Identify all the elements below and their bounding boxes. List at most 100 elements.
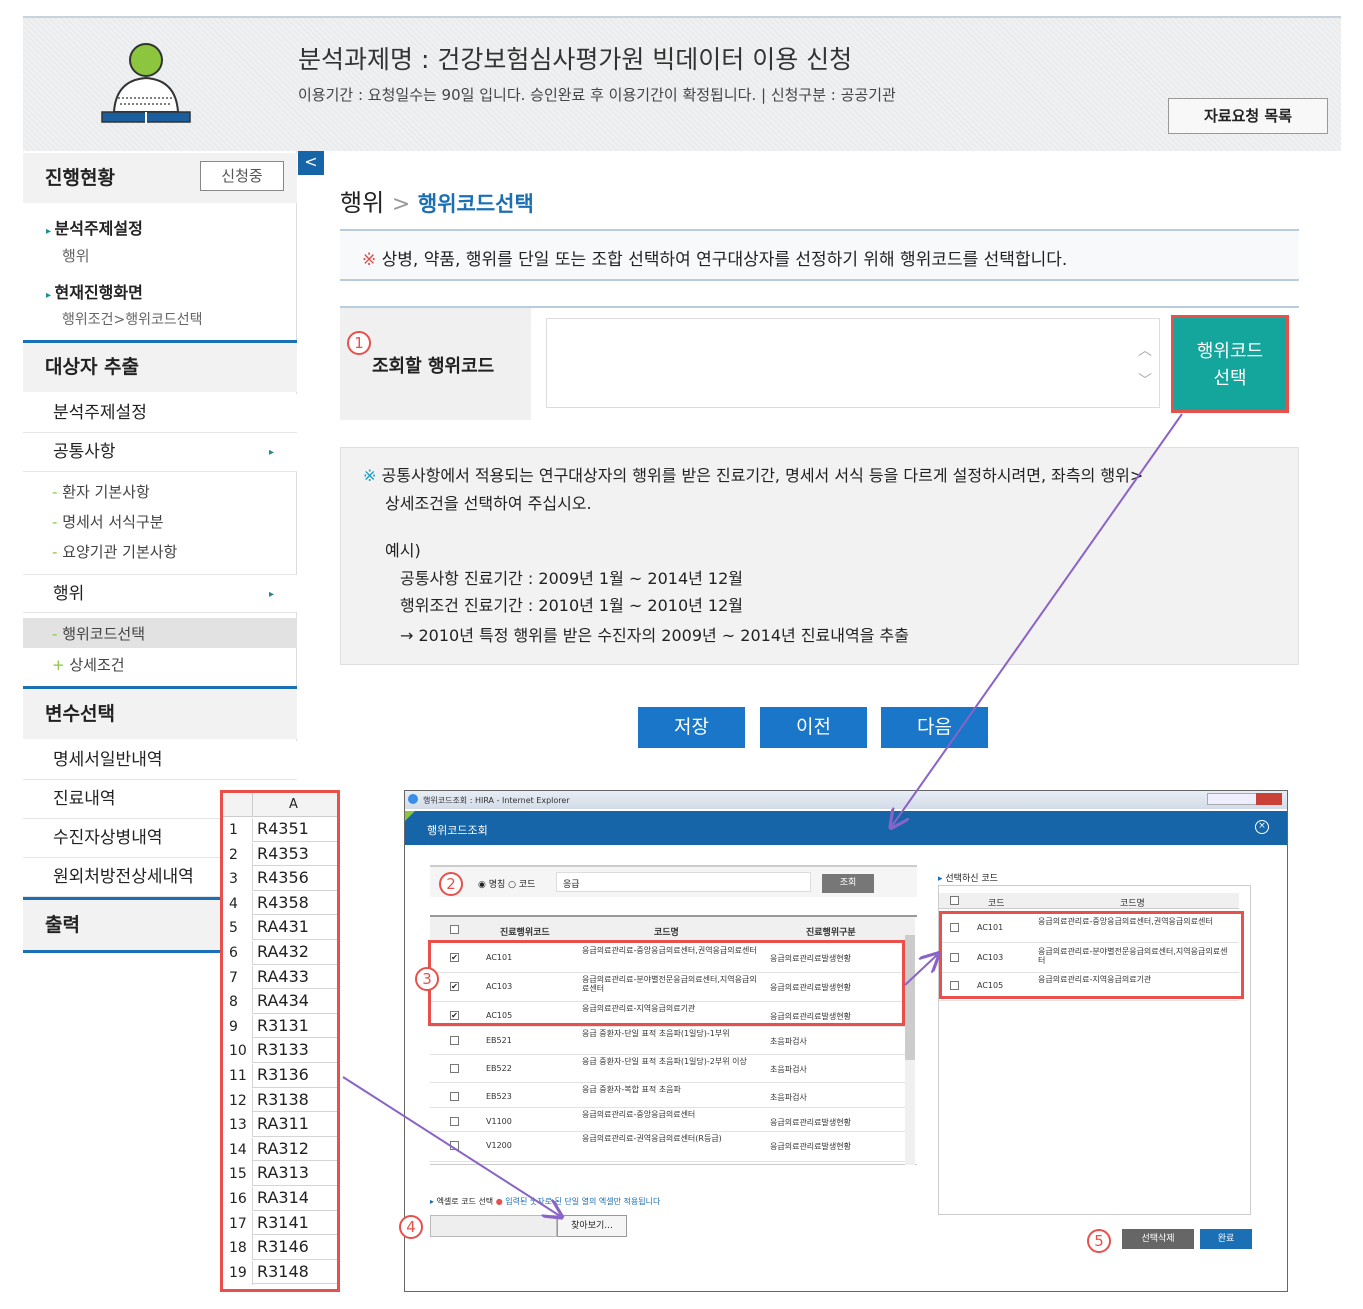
code-textarea[interactable] [546,318,1160,408]
excel-cell[interactable]: RA432 [253,942,309,961]
close-icon[interactable]: × [1255,820,1269,834]
current-screen-label: ▸ 현재진행화면 [46,283,143,302]
step-marker-4: 4 [399,1215,423,1239]
excel-cell[interactable]: RA431 [253,917,309,936]
excel-row: 19 R3148 [223,1260,337,1285]
sidebar-sub-patient[interactable]: - 환자 기본사항 [52,481,150,502]
sidebar-item-common[interactable]: 공통사항 ▸ [23,433,297,472]
col-header: 진료행위구분 [806,928,856,938]
example-line: 행위조건 진료기간 : 2010년 1월 ~ 2010년 12월 [400,596,744,615]
select-all-checkbox[interactable] [950,896,959,905]
status-badge: 신청중 [200,161,284,191]
browse-button[interactable]: 찾아보기... [557,1215,627,1237]
save-button[interactable]: 저장 [638,707,745,748]
row-code: EB523 [486,1092,512,1101]
example-line: → 2010년 특정 행위를 받은 수진자의 2009년 ~ 2014년 진료내… [400,626,909,645]
close-window-icon[interactable] [1256,793,1282,805]
info-notice: ※ 상병, 약품, 행위를 단일 또는 조합 선택하여 연구대상자를 선정하기 … [340,229,1299,281]
row-checkbox[interactable] [450,1117,459,1126]
excel-cell[interactable]: RA311 [253,1114,309,1133]
search-button[interactable]: 조회 [822,874,874,893]
file-path-field[interactable] [430,1215,557,1237]
excel-cell[interactable]: R4356 [253,868,309,887]
sidebar-sub-form[interactable]: - 명세서 서식구분 [52,511,164,532]
excel-row-number: 7 [223,965,253,990]
row-name: 응급 중환자-단일 표적 초음파(1일당)-1부위 [582,1029,730,1038]
sidebar-sub-institution[interactable]: - 요양기관 기본사항 [52,541,177,562]
highlight-box [939,911,1244,999]
excel-row: 18 R3146 [223,1235,337,1261]
excel-row: 11 R3136 [223,1063,337,1088]
sidebar-item-claims[interactable]: 명세서일반내역 [23,741,297,780]
scroll-arrows-icon[interactable]: ︿ ﹀ [1138,336,1152,396]
excel-cell[interactable]: R3131 [253,1016,309,1035]
row-code: EB521 [486,1036,512,1045]
next-button[interactable]: 다음 [881,707,988,748]
selected-table-header [939,893,1239,909]
sidebar-sub-code-select[interactable]: - 행위코드선택 [52,623,145,644]
arrow-right-icon: ▸ [269,447,275,458]
excel-row-number: 4 [223,891,253,916]
current-screen-value: 행위조건>행위코드선택 [62,312,203,328]
excel-row: 13 RA311 [223,1112,337,1138]
topic-value: 행위 [62,247,90,265]
row-type: 응급의료관리료발생현황 [770,1142,851,1151]
excel-row-number: 17 [223,1211,253,1236]
sidebar-sub-detail[interactable]: + 상세조건 [52,654,125,675]
data-request-list-button[interactable]: 자료요청 목록 [1168,98,1328,134]
row-code: EB522 [486,1064,512,1073]
excel-cell[interactable]: R3133 [253,1040,309,1059]
col-header: 진료행위코드 [500,928,550,938]
step-marker-3: 3 [415,967,439,991]
vars-section-title: 변수선택 [23,689,297,739]
popup-header: 행위코드조회 [405,811,1287,845]
search-input[interactable]: 응급 [556,872,811,892]
row-code: V1200 [486,1141,512,1150]
excel-row: 14 RA312 [223,1137,337,1162]
row-code: V1100 [486,1117,512,1126]
excel-cell[interactable]: R3138 [253,1090,309,1109]
corner-mark-icon [405,811,415,821]
row-type: 초음파검사 [770,1093,807,1102]
excel-row-number: 12 [223,1088,253,1113]
excel-cell[interactable]: R4353 [253,844,309,863]
arrow-right-icon: ▸ [269,589,275,600]
excel-row: 15 RA313 [223,1161,337,1187]
excel-cell[interactable]: R4351 [253,819,309,838]
excel-row: 9 R3131 [223,1014,337,1039]
sidebar-collapse-button[interactable]: < [298,151,324,175]
excel-cell[interactable]: R3141 [253,1213,309,1232]
excel-cell[interactable]: RA433 [253,967,309,986]
row-name: 응급의료관리료-권역응급의료센터(R등급) [582,1134,722,1143]
selected-title: ▸ 선택하신 코드 [938,874,998,884]
excel-row-number: 18 [223,1236,253,1261]
excel-cell[interactable]: RA434 [253,991,309,1010]
scrollbar-thumb[interactable] [905,935,915,1060]
window-controls-icon[interactable] [1207,793,1257,805]
excel-cell[interactable]: RA313 [253,1163,309,1182]
row-checkbox[interactable] [450,1064,459,1073]
select-code-button[interactable]: 행위코드 선택 [1171,315,1289,413]
select-all-checkbox[interactable] [450,925,459,934]
delete-selected-button[interactable]: 선택삭제 [1122,1229,1194,1249]
notice-text-2: 상세조건을 선택하여 주십시오. [385,494,592,513]
usage-period-text: 이용기간 : 요청일수는 90일 입니다. 승인완료 후 이용기간이 확정됩니다… [298,86,896,104]
excel-cell[interactable]: RA314 [253,1188,309,1207]
sidebar-item-topic[interactable]: 분석주제설정 [23,394,297,433]
excel-row-number: 2 [223,842,253,867]
sidebar-item-behavior[interactable]: 행위 ▸ [23,574,297,613]
done-button[interactable]: 완료 [1200,1229,1252,1249]
excel-cell[interactable]: R3136 [253,1065,309,1084]
excel-cell[interactable]: RA312 [253,1139,309,1158]
excel-cell[interactable]: R3148 [253,1262,309,1281]
row-checkbox[interactable] [450,1092,459,1101]
excel-cell[interactable]: R4358 [253,893,309,912]
excel-row: 8 RA434 [223,989,337,1015]
row-checkbox[interactable] [450,1036,459,1045]
row-checkbox[interactable] [450,1141,459,1150]
prev-button[interactable]: 이전 [760,707,867,748]
excel-row: 3 R4356 [223,866,337,892]
search-type-radios[interactable]: ◉ 명칭 ○ 코드 [478,877,535,890]
row-type: 초음파검사 [770,1065,807,1074]
excel-cell[interactable]: R3146 [253,1237,309,1256]
